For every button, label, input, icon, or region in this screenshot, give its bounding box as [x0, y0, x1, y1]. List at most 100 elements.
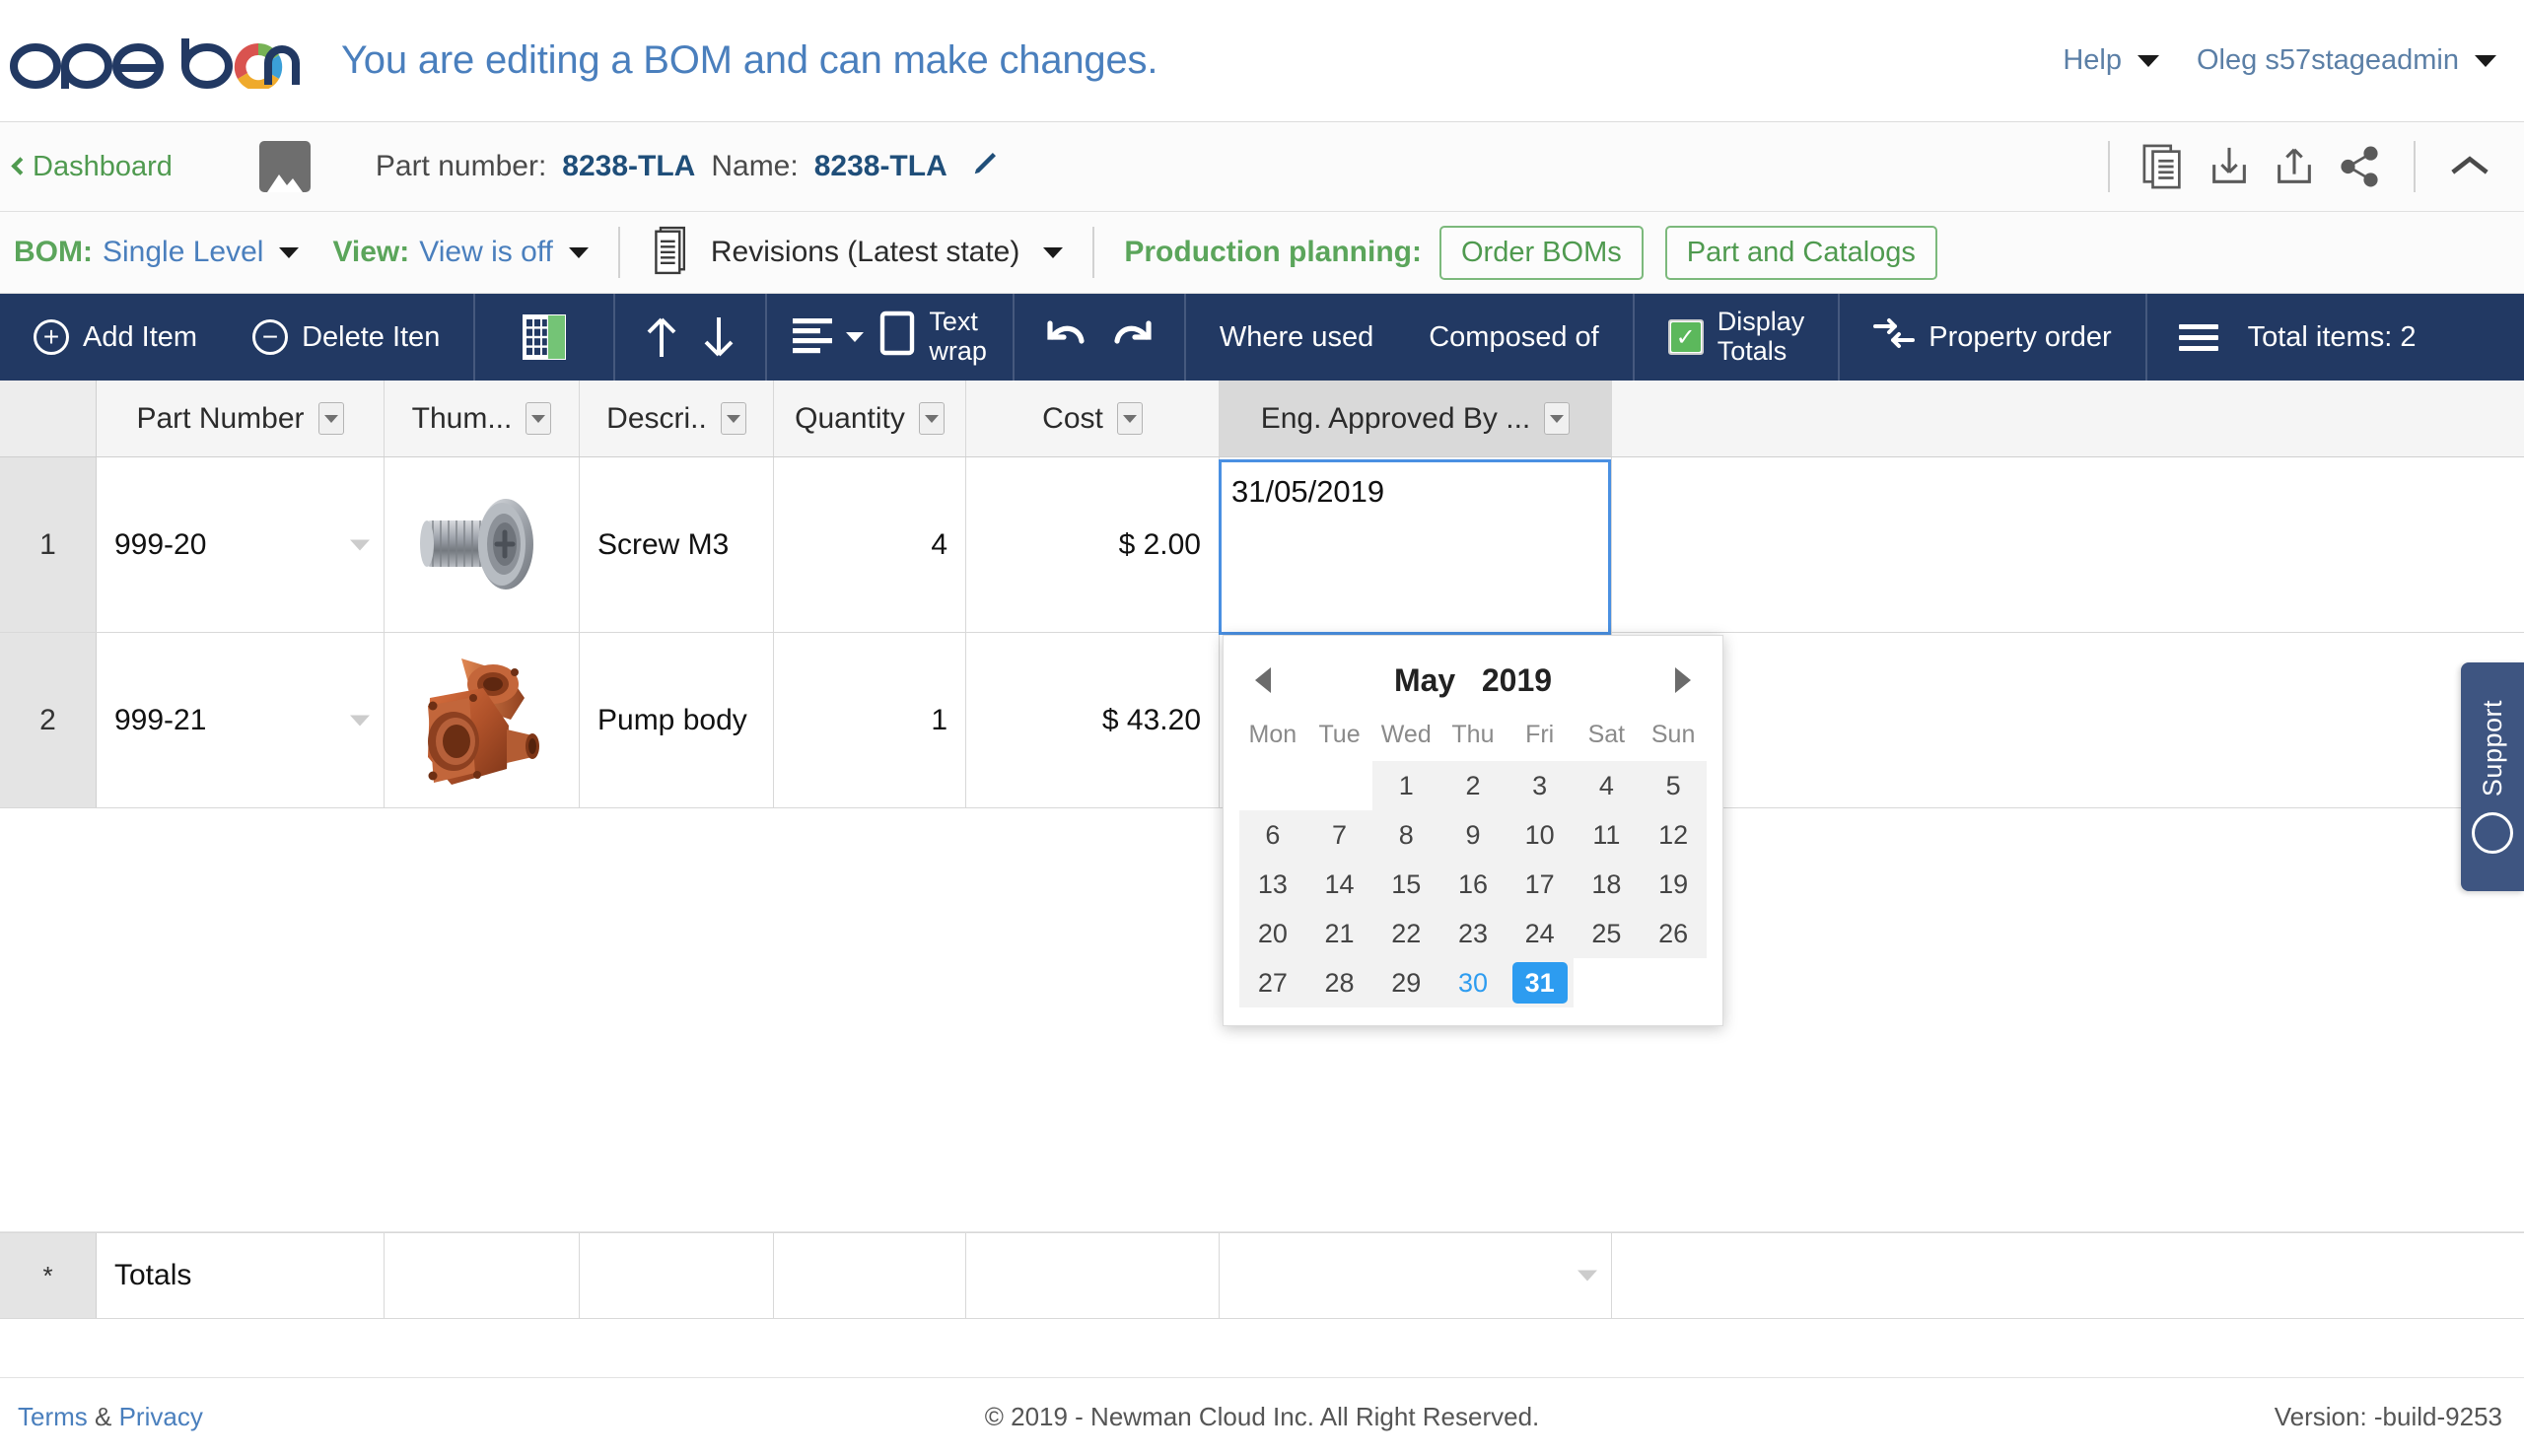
calendar-day[interactable]: 22: [1372, 909, 1440, 958]
filter-icon[interactable]: [918, 402, 945, 435]
header-label: Cost: [1042, 401, 1103, 435]
dashboard-back-link[interactable]: Dashboard: [11, 151, 173, 183]
bom-toolbar: + Add Item − Delete Iten Text wrap Where…: [0, 294, 2524, 381]
calendar-day[interactable]: 9: [1439, 810, 1507, 860]
calendar-day[interactable]: 25: [1573, 909, 1641, 958]
calendar-day[interactable]: 12: [1640, 810, 1707, 860]
header-cell-cost[interactable]: Cost: [966, 381, 1220, 456]
calendar-day[interactable]: 7: [1305, 810, 1373, 860]
part-number-value: 8238-TLA: [562, 150, 696, 182]
help-menu[interactable]: Help: [2063, 44, 2159, 77]
chevron-down-icon[interactable]: [1578, 1270, 1597, 1282]
calendar-day[interactable]: 14: [1305, 860, 1373, 909]
upload-icon[interactable]: [2262, 139, 2327, 194]
add-item-button[interactable]: + Add Item: [18, 319, 213, 355]
delete-item-label: Delete Iten: [302, 320, 441, 353]
hamburger-menu-icon[interactable]: [2165, 323, 2232, 351]
align-lines-icon[interactable]: [785, 316, 872, 358]
property-order-icon: [1873, 316, 1916, 358]
display-totals-checkbox[interactable]: ✓ Display Totals: [1652, 308, 1821, 366]
sort-descending-icon[interactable]: [690, 313, 747, 361]
calendar-grid: Mon Tue Wed Thu Fri Sat Sun 1 2 3 4 5 6 7 8 9 10 1…: [1239, 711, 1707, 1007]
calendar-day[interactable]: 21: [1305, 909, 1373, 958]
where-used-button[interactable]: Where used: [1204, 321, 1389, 354]
cell-description[interactable]: Pump body: [580, 633, 774, 807]
cell-quantity[interactable]: 1: [774, 633, 966, 807]
text-wrap-label: Text wrap: [929, 308, 987, 366]
download-icon[interactable]: [2197, 139, 2262, 194]
calendar-day[interactable]: 11: [1573, 810, 1641, 860]
edit-pencil-icon[interactable]: [971, 148, 1001, 185]
undo-icon[interactable]: [1032, 317, 1099, 357]
calendar-day[interactable]: 16: [1439, 860, 1507, 909]
calendar-day[interactable]: 26: [1640, 909, 1707, 958]
cell-description[interactable]: Screw M3: [580, 457, 774, 632]
image-placeholder-icon[interactable]: [258, 141, 311, 192]
revisions-selector[interactable]: Revisions (Latest state): [650, 224, 1064, 282]
filter-icon[interactable]: [317, 402, 344, 435]
header-cell-part-number[interactable]: Part Number: [97, 381, 385, 456]
calendar-day[interactable]: 2: [1439, 761, 1507, 810]
property-order-button[interactable]: Property order: [1858, 316, 2127, 358]
share-icon[interactable]: [2327, 139, 2392, 194]
sort-ascending-icon[interactable]: [633, 313, 690, 361]
calendar-day[interactable]: 6: [1239, 810, 1306, 860]
cell-cost[interactable]: $ 43.20: [966, 633, 1220, 807]
calendar-day[interactable]: 15: [1372, 860, 1440, 909]
filter-icon[interactable]: [1116, 402, 1143, 435]
header-cell-eng-approved-by[interactable]: Eng. Approved By ...: [1220, 381, 1612, 456]
date-cell-editor[interactable]: 31/05/2019: [1219, 459, 1611, 635]
calendar-day[interactable]: 23: [1439, 909, 1507, 958]
display-totals-label: Display Totals: [1718, 308, 1805, 366]
calendar-day[interactable]: 1: [1372, 761, 1440, 810]
calendar-day[interactable]: 27: [1239, 958, 1306, 1007]
calendar-day[interactable]: 31: [1506, 958, 1574, 1007]
filter-icon[interactable]: [1544, 402, 1571, 435]
support-tab[interactable]: Support: [2461, 662, 2524, 891]
cell-thumbnail[interactable]: [385, 633, 580, 807]
calendar-day[interactable]: 30: [1439, 958, 1507, 1007]
openbom-logo[interactable]: [4, 34, 300, 89]
calendar-day[interactable]: 3: [1506, 761, 1574, 810]
collapse-chevron-icon[interactable]: [2437, 139, 2502, 194]
spreadsheet-icon[interactable]: [493, 314, 596, 360]
user-menu[interactable]: Oleg s57stageadmin: [2197, 44, 2496, 77]
calendar-day[interactable]: 29: [1372, 958, 1440, 1007]
view-selector[interactable]: View: View is off: [332, 236, 589, 269]
bom-level-selector[interactable]: BOM: Single Level: [14, 236, 300, 269]
calendar-day[interactable]: 20: [1239, 909, 1306, 958]
next-month-arrow-icon[interactable]: [1674, 667, 1691, 693]
copy-document-icon[interactable]: [2132, 139, 2197, 194]
calendar-day[interactable]: 18: [1573, 860, 1641, 909]
calendar-day[interactable]: 8: [1372, 810, 1440, 860]
calendar-day[interactable]: 4: [1573, 761, 1641, 810]
header-cell-description[interactable]: Descri..: [580, 381, 774, 456]
date-picker-calendar[interactable]: May 2019 Mon Tue Wed Thu Fri Sat Sun 123…: [1223, 635, 1723, 1026]
delete-item-button[interactable]: − Delete Iten: [237, 319, 456, 355]
cell-quantity[interactable]: 4: [774, 457, 966, 632]
calendar-day[interactable]: 17: [1506, 860, 1574, 909]
calendar-day[interactable]: 19: [1640, 860, 1707, 909]
calendar-day[interactable]: 28: [1305, 958, 1373, 1007]
chevron-down-icon[interactable]: [350, 539, 370, 550]
composed-of-button[interactable]: Composed of: [1413, 321, 1615, 354]
filter-icon[interactable]: [526, 402, 552, 435]
calendar-day[interactable]: 10: [1506, 810, 1574, 860]
calendar-day[interactable]: 24: [1506, 909, 1574, 958]
part-and-catalogs-button[interactable]: Part and Catalogs: [1664, 225, 1937, 280]
text-wrap-button[interactable]: Text wrap: [872, 308, 995, 366]
cell-part-number[interactable]: 999-21: [97, 633, 385, 807]
cell-part-number[interactable]: 999-20: [97, 457, 385, 632]
chevron-down-icon[interactable]: [350, 715, 370, 726]
calendar-day[interactable]: 13: [1239, 860, 1306, 909]
filter-icon[interactable]: [720, 402, 746, 435]
header-cell-thumbnail[interactable]: Thum...: [385, 381, 580, 456]
order-boms-button[interactable]: Order BOMs: [1439, 225, 1644, 280]
cell-cost[interactable]: $ 2.00: [966, 457, 1220, 632]
header-cell-quantity[interactable]: Quantity: [774, 381, 966, 456]
prev-month-arrow-icon[interactable]: [1255, 667, 1271, 693]
calendar-day[interactable]: 5: [1640, 761, 1707, 810]
redo-icon[interactable]: [1099, 317, 1166, 357]
toolbar-group-items: + Add Item − Delete Iten: [0, 294, 473, 381]
cell-thumbnail[interactable]: [385, 457, 580, 632]
